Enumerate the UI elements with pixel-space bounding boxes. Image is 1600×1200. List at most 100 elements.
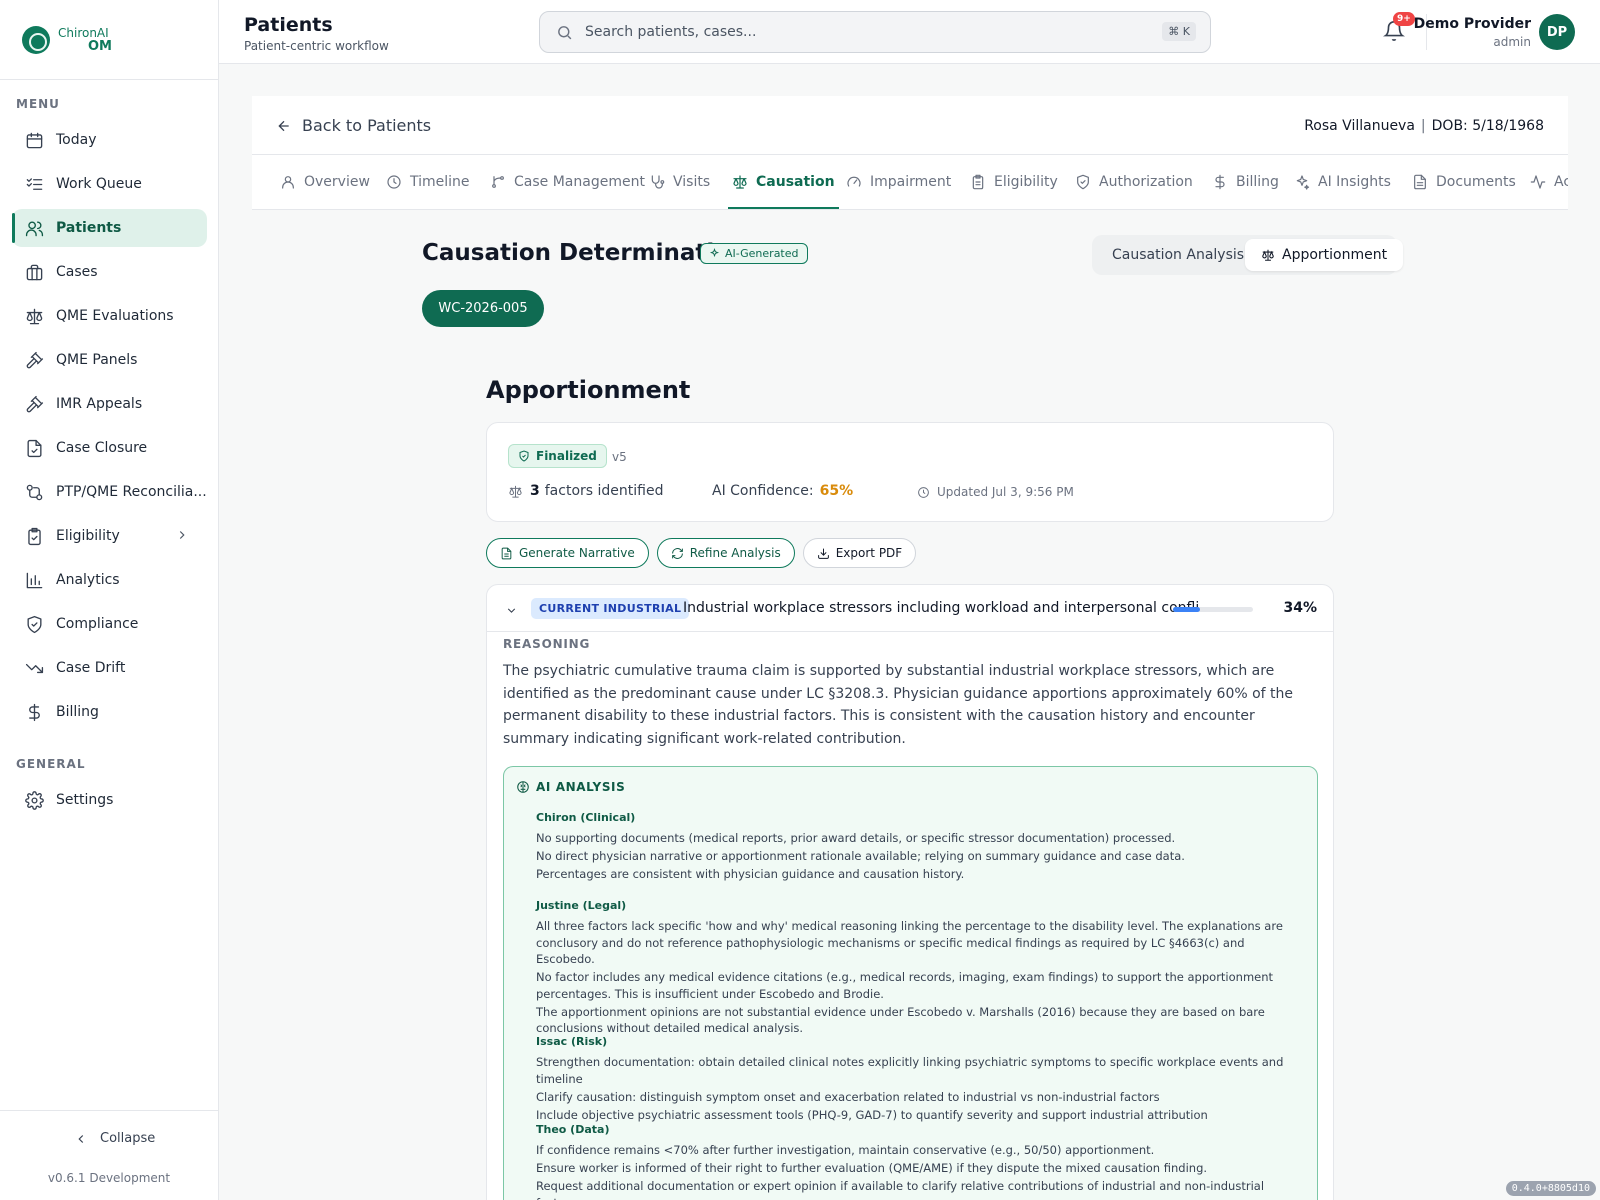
- tab-billing[interactable]: Billing: [1212, 155, 1279, 209]
- sidebar-item-settings[interactable]: Settings: [12, 781, 207, 819]
- search-icon: [558, 25, 572, 39]
- generate-narrative-button[interactable]: Generate Narrative: [486, 538, 649, 568]
- chevron-down-icon[interactable]: [505, 602, 518, 621]
- user-name[interactable]: Demo Provider: [1414, 16, 1531, 32]
- sidebar-item-today[interactable]: Today: [12, 121, 207, 159]
- tab-visits[interactable]: Visits: [649, 155, 710, 209]
- sidebar-item-case-drift[interactable]: Case Drift: [12, 649, 207, 687]
- tab-impairment[interactable]: Impairment: [846, 155, 951, 209]
- factor-category-badge: CURRENT INDUSTRIAL: [531, 598, 690, 619]
- sidebar-item-case-closure[interactable]: Case Closure: [12, 429, 207, 467]
- analysis-mode-toggle: Causation Analysis Apportionment: [1092, 235, 1404, 275]
- sidebar-item-label: Billing: [56, 704, 99, 720]
- apportionment-actions: Generate Narrative Refine Analysis Expor…: [486, 538, 924, 568]
- tab-overview[interactable]: Overview: [280, 155, 370, 209]
- sidebar-item-qme-evaluations[interactable]: QME Evaluations: [12, 297, 207, 335]
- back-to-patients-link[interactable]: Back to Patients: [276, 116, 431, 135]
- user-role: admin: [1493, 35, 1531, 49]
- agent-finding: Request additional documentation or expe…: [536, 1179, 1265, 1200]
- top-bar: Patients Patient-centric workflow ⌘ K 9+…: [219, 0, 1600, 64]
- sidebar-item-ptp-qme-reconcilia[interactable]: PTP/QME Reconcilia...: [12, 473, 207, 511]
- sidebar-item-label: PTP/QME Reconcilia...: [56, 484, 207, 500]
- briefcase-icon: [24, 262, 44, 282]
- calendar-icon: [24, 130, 44, 150]
- sidebar-item-imr-appeals[interactable]: IMR Appeals: [12, 385, 207, 423]
- branch-icon: [492, 176, 504, 188]
- ai-agent-section: Chiron (Clinical) No supporting documents…: [536, 811, 1296, 884]
- apportionment-summary-card: Finalized v5 3 factors identified AI Con…: [486, 422, 1334, 522]
- tab-timeline[interactable]: Timeline: [386, 155, 470, 209]
- sidebar-item-label: Today: [56, 132, 97, 148]
- collapse-button[interactable]: Collapse: [74, 1131, 155, 1146]
- factors-count-value: 3: [530, 483, 540, 499]
- causation-analysis-toggle[interactable]: Causation Analysis: [1096, 239, 1260, 271]
- sidebar-item-label: Analytics: [56, 572, 120, 588]
- users-icon: [24, 218, 44, 238]
- stethoscope-icon: [651, 175, 665, 189]
- menu-section-label: MENU: [16, 97, 60, 111]
- factor-percent-fill: [1173, 607, 1201, 612]
- apportionment-toggle[interactable]: Apportionment: [1245, 239, 1404, 271]
- agent-finding: Ensure worker is informed of their right…: [536, 1161, 1208, 1175]
- tab-label: Documents: [1436, 174, 1516, 190]
- sidebar-item-analytics[interactable]: Analytics: [12, 561, 207, 599]
- factor-percent-bar: [1173, 607, 1253, 612]
- clipboard-icon: [972, 174, 984, 190]
- generate-narrative-label: Generate Narrative: [519, 546, 635, 560]
- tab-label: Authorization: [1099, 174, 1193, 190]
- tab-causation[interactable]: Causation: [728, 155, 839, 209]
- tab-ac[interactable]: Ac: [1530, 155, 1568, 209]
- sidebar-item-label: Patients: [56, 220, 122, 236]
- agent-finding: Clarify causation: distinguish symptom o…: [536, 1089, 1160, 1104]
- sidebar-item-patients[interactable]: Patients: [12, 209, 207, 247]
- ai-agent-section: Justine (Legal) All three factors lack sp…: [536, 899, 1296, 1038]
- agent-finding: Include objective psychiatric assessment…: [536, 1107, 1208, 1122]
- sidebar-item-cases[interactable]: Cases: [12, 253, 207, 291]
- tab-label: Visits: [673, 174, 711, 190]
- tab-authorization[interactable]: Authorization: [1075, 155, 1193, 209]
- tab-documents[interactable]: Documents: [1412, 155, 1516, 209]
- dollar-icon: [1215, 174, 1225, 190]
- sidebar-item-work-queue[interactable]: Work Queue: [12, 165, 207, 203]
- tab-case-management[interactable]: Case Management: [490, 155, 645, 209]
- notification-badge: 9+: [1393, 12, 1415, 26]
- apportionment-toggle-label: Apportionment: [1282, 247, 1388, 263]
- shield-icon: [1077, 174, 1089, 190]
- sidebar-item-label: Case Closure: [56, 440, 148, 456]
- sidebar-item-qme-panels[interactable]: QME Panels: [12, 341, 207, 379]
- search-input[interactable]: [585, 24, 1145, 40]
- search-bar[interactable]: ⌘ K: [539, 11, 1211, 53]
- agent-finding: Strengthen documentation: obtain detaile…: [536, 1055, 1284, 1086]
- tab-eligibility[interactable]: Eligibility: [970, 155, 1058, 209]
- sidebar-item-compliance[interactable]: Compliance: [12, 605, 207, 643]
- brain-icon: [517, 781, 529, 793]
- bar-chart-icon: [24, 570, 44, 590]
- ai-analysis-title: AI ANALYSIS: [516, 780, 625, 794]
- export-pdf-button[interactable]: Export PDF: [802, 538, 917, 568]
- sparkles-icon: [709, 248, 720, 258]
- tab-label: Eligibility: [994, 174, 1058, 190]
- export-pdf-label: Export PDF: [835, 546, 903, 560]
- ai-confidence-label: AI Confidence:: [712, 483, 814, 499]
- agent-finding: If confidence remains <70% after further…: [536, 1143, 1155, 1157]
- sidebar-item-eligibility[interactable]: Eligibility: [12, 517, 207, 555]
- file-icon: [1414, 174, 1426, 190]
- sidebar-footer: Collapse v0.6.1 Development: [0, 1110, 218, 1200]
- refine-analysis-button[interactable]: Refine Analysis: [656, 538, 795, 568]
- tab-ai-insights[interactable]: AI Insights: [1294, 155, 1391, 209]
- list-check-icon: [24, 174, 44, 194]
- logo-text: ChironAI: [58, 25, 109, 40]
- factor-header[interactable]: CURRENT INDUSTRIAL Industrial workplace …: [487, 585, 1333, 632]
- ai-agent-section: Issac (Risk) Strengthen documentation: ob…: [536, 1035, 1296, 1125]
- avatar[interactable]: DP: [1539, 14, 1575, 50]
- logo-subtext: OM: [88, 38, 112, 54]
- apportionment-factor-card: CURRENT INDUSTRIAL Industrial workplace …: [486, 584, 1334, 1200]
- logo[interactable]: ChironAI OM: [0, 0, 218, 80]
- clipboard-check-icon: [24, 526, 44, 546]
- sidebar-item-label: Case Drift: [56, 660, 126, 676]
- tab-label: Timeline: [410, 174, 470, 190]
- sidebar-item-billing[interactable]: Billing: [12, 693, 207, 731]
- tab-label: Overview: [304, 174, 370, 190]
- case-id-pill[interactable]: WC-2026-005: [422, 290, 544, 327]
- sidebar-item-label: QME Panels: [56, 352, 138, 368]
